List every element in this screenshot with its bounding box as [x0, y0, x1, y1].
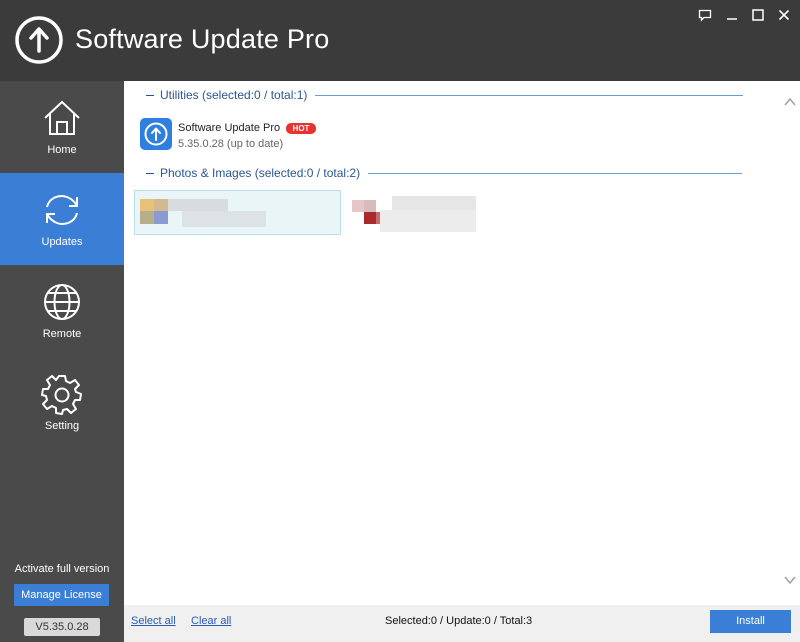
vertical-scrollbar[interactable]	[780, 81, 800, 605]
section-title: Utilities (selected:0 / total:1)	[160, 88, 308, 102]
section-header-utilities: Utilities (selected:0 / total:1)	[146, 87, 744, 103]
globe-icon	[44, 284, 80, 320]
sidebar-item-remote[interactable]: Remote	[0, 265, 124, 357]
obscured-app-name	[392, 196, 476, 210]
refresh-icon	[46, 195, 78, 225]
home-icon	[44, 100, 80, 135]
version-badge: V5.35.0.28	[24, 618, 100, 636]
feedback-button[interactable]	[696, 7, 714, 23]
sidebar-item-label: Updates	[41, 236, 83, 248]
app-title: Software Update Pro	[75, 24, 330, 54]
obscured-app-icon	[140, 199, 154, 211]
manage-license-button[interactable]: Manage License	[14, 584, 109, 606]
title-bar: Software Update Pro	[0, 0, 800, 81]
obscured-app-icon	[154, 211, 168, 224]
minimize-icon	[727, 18, 737, 20]
app-logo-icon	[15, 16, 63, 64]
clear-all-link[interactable]: Clear all	[191, 615, 231, 627]
close-icon	[778, 9, 790, 21]
close-button[interactable]	[775, 7, 793, 23]
section-divider	[315, 94, 744, 96]
app-tile-obscured-2[interactable]	[352, 200, 364, 212]
sidebar-item-label: Home	[47, 144, 77, 156]
hot-badge: HOT	[286, 123, 316, 134]
obscured-app-icon	[364, 200, 376, 212]
sidebar-item-home[interactable]: Home	[0, 81, 124, 173]
obscured-app-status	[380, 210, 476, 232]
app-upload-icon	[140, 118, 172, 150]
scroll-up-icon[interactable]	[784, 97, 796, 107]
activate-text: Activate full version	[14, 563, 110, 575]
section-title: Photos & Images (selected:0 / total:2)	[160, 166, 361, 180]
obscured-app-icon	[364, 212, 376, 224]
sidebar-item-updates[interactable]: Updates	[0, 173, 124, 265]
app-name: Software Update Pro	[178, 122, 281, 134]
sidebar-item-label: Setting	[44, 420, 80, 432]
sidebar-item-label: Remote	[42, 328, 82, 340]
gear-icon	[41, 375, 82, 415]
section-divider	[146, 172, 154, 174]
section-divider	[146, 94, 154, 96]
selection-status: Selected:0 / Update:0 / Total:3	[385, 615, 533, 627]
sidebar-item-setting[interactable]: Setting	[0, 357, 124, 449]
select-all-link[interactable]: Select all	[131, 615, 176, 627]
maximize-button[interactable]	[749, 7, 767, 23]
sidebar: Home Updates Remote Setting Activate ful…	[0, 81, 124, 642]
obscured-app-name	[168, 199, 228, 211]
install-button[interactable]: Install	[710, 610, 791, 633]
maximize-icon	[752, 9, 764, 21]
obscured-app-icon	[140, 211, 154, 224]
app-status: 5.35.0.28 (up to date)	[178, 138, 284, 150]
scroll-down-icon[interactable]	[784, 575, 796, 585]
feedback-icon	[698, 9, 712, 22]
minimize-button[interactable]	[723, 7, 741, 23]
obscured-app-status	[182, 211, 266, 227]
section-header-photos-images: Photos & Images (selected:0 / total:2)	[146, 165, 743, 181]
obscured-app-icon	[154, 199, 168, 211]
updates-list	[124, 81, 800, 605]
section-divider	[368, 172, 743, 174]
